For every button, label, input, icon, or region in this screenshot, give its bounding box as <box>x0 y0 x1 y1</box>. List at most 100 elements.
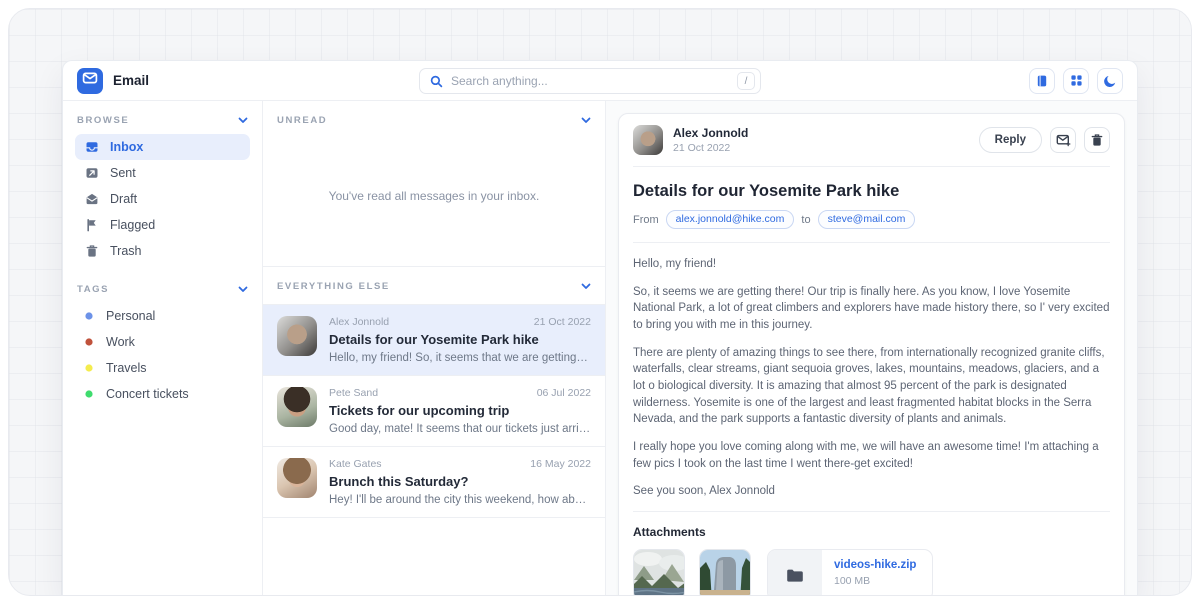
forward-mail-button[interactable] <box>1050 127 1076 153</box>
list-item-preview: Hey! I'll be around the city this weeken… <box>329 494 591 506</box>
chevron-down-icon[interactable] <box>238 117 248 124</box>
chevron-down-icon[interactable] <box>581 117 591 124</box>
inbox-icon <box>85 140 99 154</box>
search-shortcut-badge: / <box>737 72 755 90</box>
sender-name: Alex Jonnold <box>673 126 748 140</box>
apps-grid-button[interactable] <box>1063 68 1089 94</box>
file-size: 100 MB <box>834 575 916 587</box>
list-item-sender: Kate Gates <box>329 458 382 470</box>
file-meta: videos-hike.zip 100 MB <box>822 550 932 595</box>
file-icon-area <box>768 550 822 595</box>
email-actions: Reply <box>979 127 1110 153</box>
tag-item-concert-tickets[interactable]: Concert tickets <box>75 381 250 407</box>
sidebar-item-sent[interactable]: Sent <box>75 160 250 186</box>
tag-dot-icon <box>85 338 93 346</box>
folder-icon <box>786 568 804 583</box>
to-label: to <box>801 214 810 226</box>
email-detail-card: Alex Jonnold 21 Oct 2022 Reply <box>618 113 1125 595</box>
sidebar-item-inbox[interactable]: Inbox <box>75 134 250 160</box>
tag-label: Work <box>106 335 135 349</box>
everything-else-label: EVERYTHING ELSE <box>277 281 390 292</box>
sidebar-item-trash[interactable]: Trash <box>75 238 250 264</box>
list-item[interactable]: Pete Sand 06 Jul 2022 Tickets for our up… <box>263 375 605 446</box>
grid-icon <box>1070 74 1083 87</box>
app-header: Email / <box>63 61 1137 101</box>
avatar <box>277 458 317 498</box>
dark-mode-button[interactable] <box>1097 68 1123 94</box>
list-item-content: Kate Gates 16 May 2022 Brunch this Satur… <box>329 458 591 506</box>
tags-nav: Personal Work Travels Concert tickets <box>75 303 250 407</box>
email-subject: Details for our Yosemite Park hike <box>633 182 1110 201</box>
mail-list-column: UNREAD You've read all messages in your … <box>263 101 606 595</box>
book-icon <box>1035 74 1049 88</box>
from-email-pill[interactable]: alex.jonnold@hike.com <box>666 210 795 229</box>
chevron-down-icon[interactable] <box>238 286 248 293</box>
folder-nav: Inbox Sent Draft <box>75 134 250 264</box>
list-item-date: 06 Jul 2022 <box>537 387 591 399</box>
mail-plus-icon <box>1056 133 1071 147</box>
tag-dot-icon <box>85 364 93 372</box>
email-detail-header: Alex Jonnold 21 Oct 2022 Reply <box>633 114 1110 166</box>
header-actions <box>1029 68 1123 94</box>
tag-item-work[interactable]: Work <box>75 329 250 355</box>
chevron-down-icon[interactable] <box>581 283 591 290</box>
list-item-preview: Hello, my friend! So, it seems that we a… <box>329 352 591 364</box>
list-item-content: Pete Sand 06 Jul 2022 Tickets for our up… <box>329 387 591 435</box>
app-title: Email <box>113 73 149 88</box>
tag-item-personal[interactable]: Personal <box>75 303 250 329</box>
sidebar-item-label: Trash <box>110 244 142 258</box>
page-background: Email / <box>8 8 1192 596</box>
list-divider <box>263 517 605 595</box>
email-body: Hello, my friend! So, it seems we are ge… <box>633 243 1110 500</box>
browse-label: BROWSE <box>77 115 129 126</box>
unread-empty-state: You've read all messages in your inbox. <box>263 126 605 266</box>
avatar <box>633 125 663 155</box>
email-paragraph: See you soon, Alex Jonnold <box>633 483 1110 500</box>
email-paragraph: Hello, my friend! <box>633 256 1110 273</box>
reply-button[interactable]: Reply <box>979 127 1042 153</box>
list-item-preview: Good day, mate! It seems that our ticket… <box>329 423 591 435</box>
list-item-subject: Details for our Yosemite Park hike <box>329 332 591 347</box>
list-item-sender: Alex Jonnold <box>329 316 389 328</box>
email-paragraph: So, it seems we are getting there! Our t… <box>633 284 1110 334</box>
search-input[interactable] <box>451 74 729 88</box>
sidebar-item-label: Draft <box>110 192 137 206</box>
avatar <box>277 316 317 356</box>
list-item-subject: Brunch this Saturday? <box>329 474 591 489</box>
divider <box>633 511 1110 512</box>
email-app-window: Email / <box>62 60 1138 595</box>
sidebar: BROWSE Inbox <box>63 101 263 595</box>
envelope-icon <box>82 70 98 91</box>
attachment-file-card[interactable]: videos-hike.zip 100 MB <box>767 549 933 595</box>
search-bar[interactable]: / <box>419 68 761 94</box>
tag-label: Travels <box>106 361 147 375</box>
draft-icon <box>85 192 99 206</box>
file-name-link[interactable]: videos-hike.zip <box>834 559 916 571</box>
tag-dot-icon <box>85 390 93 398</box>
browse-section-header: BROWSE <box>75 115 250 126</box>
delete-button[interactable] <box>1084 127 1110 153</box>
tag-item-travels[interactable]: Travels <box>75 355 250 381</box>
search-icon <box>430 75 443 88</box>
sidebar-item-draft[interactable]: Draft <box>75 186 250 212</box>
list-item-sender: Pete Sand <box>329 387 378 399</box>
tag-label: Concert tickets <box>106 387 189 401</box>
moon-icon <box>1103 74 1117 88</box>
attachment-photo-half-dome[interactable] <box>699 549 751 595</box>
sidebar-item-label: Sent <box>110 166 136 180</box>
sidebar-item-label: Inbox <box>110 140 143 154</box>
sidebar-item-flagged[interactable]: Flagged <box>75 212 250 238</box>
book-button[interactable] <box>1029 68 1055 94</box>
unread-label: UNREAD <box>277 115 327 126</box>
attachment-photo-valley[interactable] <box>633 549 685 595</box>
list-item[interactable]: Kate Gates 16 May 2022 Brunch this Satur… <box>263 446 605 517</box>
everything-else-section-header: EVERYTHING ELSE <box>263 266 605 304</box>
from-to-row: From alex.jonnold@hike.com to steve@mail… <box>633 210 1110 242</box>
unread-section-header: UNREAD <box>263 101 605 126</box>
attachments-heading: Attachments <box>633 525 1110 539</box>
sent-icon <box>85 166 99 180</box>
list-item[interactable]: Alex Jonnold 21 Oct 2022 Details for our… <box>263 304 605 375</box>
sidebar-item-label: Flagged <box>110 218 155 232</box>
tag-dot-icon <box>85 312 93 320</box>
to-email-pill[interactable]: steve@mail.com <box>818 210 916 229</box>
